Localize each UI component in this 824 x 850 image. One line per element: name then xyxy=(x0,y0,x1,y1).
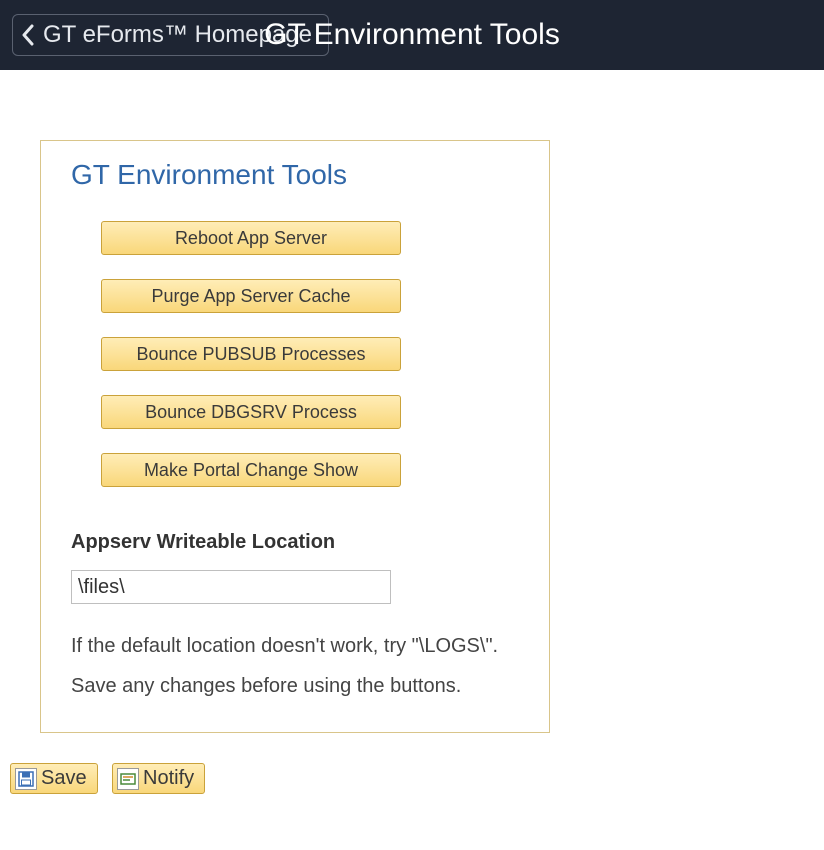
save-button-label: Save xyxy=(41,767,87,790)
content-area: GT Environment Tools Reboot App Server P… xyxy=(0,70,824,753)
save-icon xyxy=(15,768,37,790)
bottom-toolbar: Save Notify xyxy=(0,753,824,794)
reboot-app-server-button[interactable]: Reboot App Server xyxy=(101,221,401,255)
notify-button[interactable]: Notify xyxy=(112,763,205,794)
page-title: GT Environment Tools xyxy=(264,18,560,52)
help-text-2: Save any changes before using the button… xyxy=(71,666,519,706)
top-bar: GT eForms™ Homepage GT Environment Tools xyxy=(0,0,824,70)
bounce-pubsub-processes-button[interactable]: Bounce PUBSUB Processes xyxy=(101,337,401,371)
save-button[interactable]: Save xyxy=(10,763,98,794)
chevron-left-icon xyxy=(21,24,35,46)
help-text-1: If the default location doesn't work, tr… xyxy=(71,626,519,666)
purge-app-server-cache-button[interactable]: Purge App Server Cache xyxy=(101,279,401,313)
make-portal-change-show-button[interactable]: Make Portal Change Show xyxy=(101,453,401,487)
notify-button-label: Notify xyxy=(143,767,194,790)
tools-panel: GT Environment Tools Reboot App Server P… xyxy=(40,140,550,733)
notify-icon xyxy=(117,768,139,790)
appserv-location-input[interactable] xyxy=(71,570,391,604)
appserv-location-label: Appserv Writeable Location xyxy=(71,531,519,554)
bounce-dbgsrv-process-button[interactable]: Bounce DBGSRV Process xyxy=(101,395,401,429)
panel-title: GT Environment Tools xyxy=(71,159,519,191)
